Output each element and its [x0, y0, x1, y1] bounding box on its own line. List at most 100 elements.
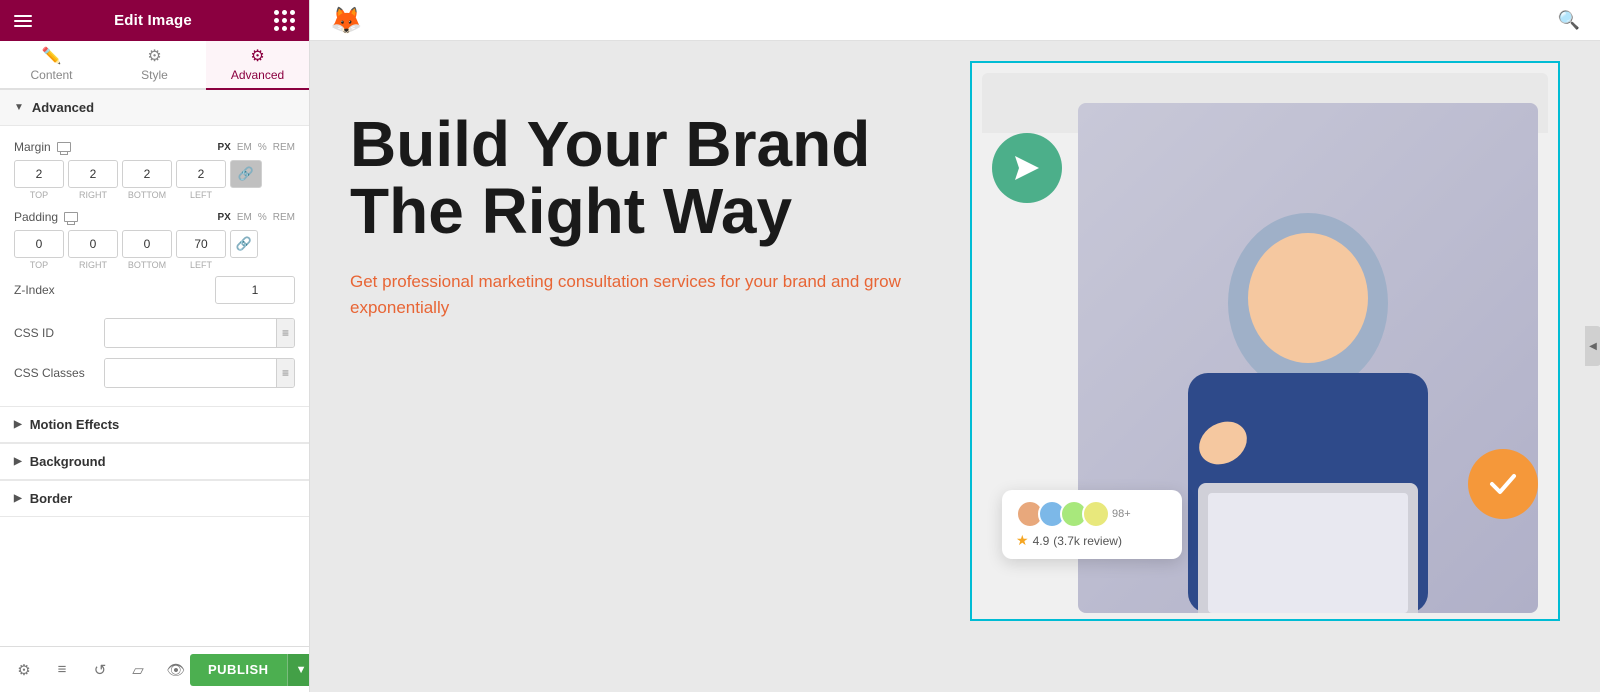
hamburger-menu-icon[interactable] — [14, 15, 32, 27]
padding-right-box: RIGHT — [68, 230, 118, 270]
review-avatars: 98+ — [1016, 500, 1168, 528]
padding-bottom-box: BOTTOM — [122, 230, 172, 270]
margin-top-label: TOP — [30, 190, 48, 200]
border-section: ▶ Border — [0, 480, 309, 517]
css-classes-input[interactable] — [105, 359, 276, 387]
css-classes-row: CSS Classes ≡ — [14, 358, 295, 388]
tab-style[interactable]: ⚙ Style — [103, 41, 206, 90]
padding-unit-em[interactable]: EM — [237, 212, 252, 223]
padding-right-input[interactable] — [68, 230, 118, 258]
margin-right-input[interactable] — [68, 160, 118, 188]
bottom-icons: ⚙ ≡ ↺ ▱ 👁 — [10, 656, 190, 684]
padding-link-button[interactable]: 🔗 — [230, 230, 258, 258]
padding-left-label: LEFT — [190, 260, 212, 270]
margin-right-box: RIGHT — [68, 160, 118, 200]
review-count-label: (3.7k review) — [1053, 534, 1122, 548]
padding-inputs: TOP RIGHT BOTTOM LEFT 🔗 — [14, 230, 295, 270]
css-id-row: CSS ID ≡ — [14, 318, 295, 348]
canvas-topbar: 🦊 🔍 — [310, 0, 1600, 41]
review-rating: ★ 4.9 (3.7k review) — [1016, 532, 1168, 549]
margin-bottom-input[interactable] — [122, 160, 172, 188]
margin-top-input[interactable] — [14, 160, 64, 188]
tab-content-label: Content — [30, 68, 72, 82]
review-score: 4.9 — [1033, 534, 1050, 548]
publish-group: PUBLISH ▼ — [190, 654, 310, 686]
margin-left-box: LEFT — [176, 160, 226, 200]
padding-top-input[interactable] — [14, 230, 64, 258]
grid-menu-icon[interactable] — [274, 10, 295, 31]
tab-style-label: Style — [141, 68, 168, 82]
image-container[interactable]: 98+ ★ 4.9 (3.7k review) — [970, 61, 1560, 621]
advanced-section-header[interactable]: ▼ Advanced — [0, 90, 309, 126]
margin-label: Margin — [14, 140, 71, 154]
background-section: ▶ Background — [0, 443, 309, 480]
hero-subtitle: Get professional marketing consultation … — [350, 269, 930, 320]
margin-unit-em[interactable]: EM — [237, 142, 252, 153]
layers-icon[interactable]: ≡ — [48, 656, 76, 684]
logo-area: 🦊 — [330, 5, 362, 36]
motion-effects-title: Motion Effects — [30, 417, 120, 432]
padding-left-input[interactable] — [176, 230, 226, 258]
css-id-list-icon[interactable]: ≡ — [276, 319, 294, 347]
history-icon[interactable]: ↺ — [86, 656, 114, 684]
background-title: Background — [30, 454, 106, 469]
margin-bottom-box: BOTTOM — [122, 160, 172, 200]
style-tab-icon: ⚙ — [147, 49, 161, 65]
margin-left-label: LEFT — [190, 190, 212, 200]
green-arrow-circle — [992, 133, 1062, 203]
left-panel: Edit Image ✏️ Content ⚙ Style ⚙ Advanced… — [0, 0, 310, 692]
padding-bottom-input[interactable] — [122, 230, 172, 258]
padding-left-box: LEFT — [176, 230, 226, 270]
motion-effects-arrow-icon: ▶ — [14, 419, 22, 430]
margin-unit-px[interactable]: PX — [218, 142, 231, 153]
advanced-tab-icon: ⚙ — [250, 49, 264, 65]
css-classes-label: CSS Classes — [14, 366, 104, 380]
margin-right-label: RIGHT — [79, 190, 107, 200]
hero-title: Build Your Brand The Right Way — [350, 111, 930, 245]
background-header[interactable]: ▶ Background — [0, 444, 309, 480]
padding-unit-selector: PX EM % REM — [218, 212, 295, 223]
search-icon[interactable]: 🔍 — [1558, 10, 1580, 31]
css-classes-list-icon[interactable]: ≡ — [276, 359, 294, 387]
publish-button[interactable]: PUBLISH — [190, 654, 287, 686]
hero-text-block: Build Your Brand The Right Way Get profe… — [350, 61, 930, 320]
css-id-input[interactable] — [105, 319, 276, 347]
eye-icon[interactable]: 👁 — [162, 656, 190, 684]
advanced-section-title: Advanced — [32, 100, 94, 115]
padding-label-row: Padding PX EM % REM — [14, 210, 295, 224]
border-arrow-icon: ▶ — [14, 493, 22, 504]
margin-top-box: TOP — [14, 160, 64, 200]
advanced-section-content: Margin PX EM % REM TOP RIGHT — [0, 126, 309, 406]
responsive-icon[interactable]: ▱ — [124, 656, 152, 684]
advanced-arrow-icon: ▼ — [14, 102, 24, 113]
margin-bottom-label: BOTTOM — [128, 190, 166, 200]
z-index-label: Z-Index — [14, 283, 215, 297]
z-index-input[interactable] — [215, 276, 295, 304]
settings-icon[interactable]: ⚙ — [10, 656, 38, 684]
publish-dropdown-button[interactable]: ▼ — [287, 654, 310, 686]
padding-bottom-label: BOTTOM — [128, 260, 166, 270]
margin-left-input[interactable] — [176, 160, 226, 188]
canvas-area: 🦊 🔍 Build Your Brand The Right Way Get p… — [310, 0, 1600, 692]
margin-label-row: Margin PX EM % REM — [14, 140, 295, 154]
padding-top-box: TOP — [14, 230, 64, 270]
css-classes-input-wrap: ≡ — [104, 358, 295, 388]
padding-top-label: TOP — [30, 260, 48, 270]
tab-content[interactable]: ✏️ Content — [0, 41, 103, 90]
padding-unit-rem[interactable]: REM — [273, 212, 295, 223]
margin-link-button[interactable]: 🔗 — [230, 160, 262, 188]
margin-unit-rem[interactable]: REM — [273, 142, 295, 153]
margin-unit-pct[interactable]: % — [258, 142, 267, 153]
motion-effects-header[interactable]: ▶ Motion Effects — [0, 407, 309, 443]
padding-unit-pct[interactable]: % — [258, 212, 267, 223]
canvas-content: Build Your Brand The Right Way Get profe… — [310, 41, 1600, 692]
z-index-row: Z-Index — [14, 276, 295, 304]
tab-advanced-label: Advanced — [231, 68, 284, 82]
border-header[interactable]: ▶ Border — [0, 481, 309, 517]
padding-unit-px[interactable]: PX — [218, 212, 231, 223]
panel-bottombar: ⚙ ≡ ↺ ▱ 👁 PUBLISH ▼ — [0, 646, 309, 692]
content-tab-icon: ✏️ — [42, 49, 62, 65]
tab-advanced[interactable]: ⚙ Advanced — [206, 41, 309, 90]
panel-body: ▼ Advanced Margin PX EM % REM — [0, 90, 309, 646]
padding-label: Padding — [14, 210, 78, 224]
